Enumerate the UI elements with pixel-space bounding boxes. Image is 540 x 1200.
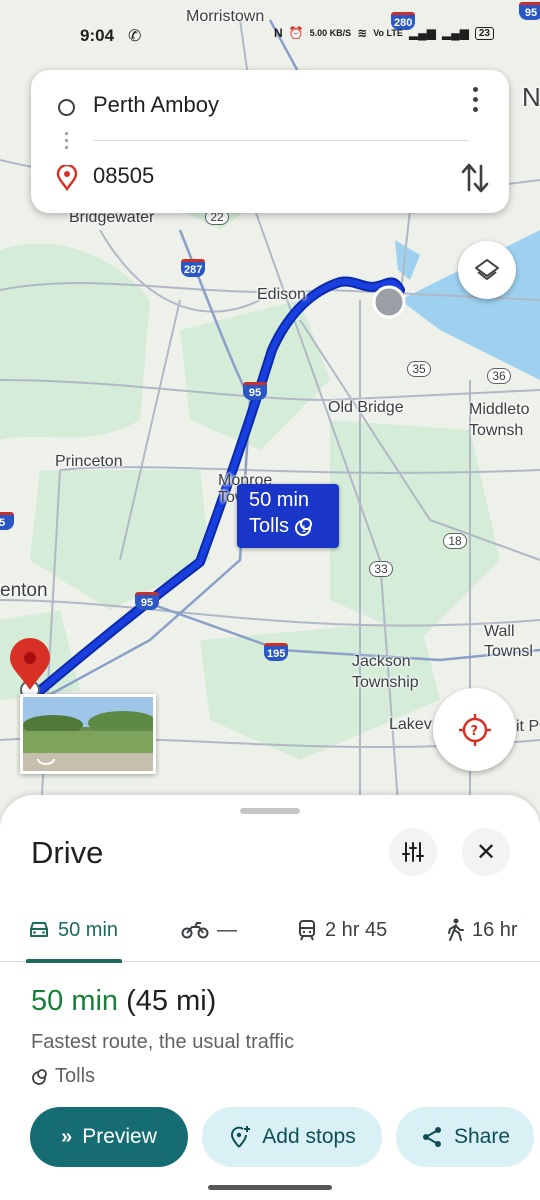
toll-icon: 1 [295,517,313,536]
tab-transit-label: 2 hr 45 [325,918,388,941]
place-label: Lakev [389,716,432,733]
net-speed: 5.00 KB/S [309,27,352,38]
tab-drive[interactable]: 50 min [26,898,122,963]
route-duration: 50 min [31,985,119,1017]
status-time: 9:04 [80,26,115,45]
share-button[interactable]: Share [396,1107,534,1167]
origin-circle-icon [58,99,75,116]
share-label: Share [453,1125,511,1148]
toll-icon [32,1068,47,1085]
active-tab-indicator [26,959,122,963]
travel-mode-tabs: 50 min — 2 hr 45 16 hr [0,898,540,963]
interstate-shield: 95 [135,592,159,610]
add-stops-label: Add stops [262,1125,356,1148]
divider [93,140,469,141]
interstate-shield: 287 [181,259,206,277]
route-tolls-label: Tolls [55,1065,96,1087]
directions-search-card: Perth Amboy 08505 [31,70,509,213]
place-label: N [522,82,540,112]
nfc-icon: N [274,26,283,40]
gesture-nav-bar[interactable] [208,1185,332,1190]
close-icon: ✕ [475,838,497,866]
place-label: Jackson Township [352,653,419,691]
signal-icon-2: ▂▄▆ [441,26,469,40]
alarm-icon: ⏰ [288,26,304,40]
tab-walk-label: 16 hr [472,918,518,941]
origin-text: Perth Amboy [93,92,219,117]
svg-text:1: 1 [301,525,307,535]
route-distance: (45 mi) [126,985,217,1017]
street-view-image [23,697,153,771]
battery-level: 23 [474,26,494,40]
sheet-title: Drive [31,835,104,870]
tab-motorcycle[interactable]: — [181,898,237,962]
route-summary[interactable]: 50 min (45 mi) [31,985,216,1018]
volte-label: Vo LTE [373,28,403,38]
destination-pin-icon [56,165,78,191]
place-label: Princeton [55,453,123,470]
whatsapp-icon: ✆ [128,28,142,45]
origin-field[interactable]: Perth Amboy [31,82,509,132]
add-location-icon [231,1126,251,1148]
tab-walk[interactable]: 16 hr [446,898,518,962]
route-description: Fastest route, the usual traffic [31,1031,295,1053]
tab-motorcycle-label: — [217,918,237,941]
street-view-thumbnail[interactable] [20,694,156,774]
eta-callout-duration: 50 min [249,489,310,511]
preview-label: Preview [82,1125,157,1148]
destination-field[interactable]: 08505 [31,153,509,203]
destination-text: 08505 [93,163,155,188]
route-options-button[interactable] [389,828,437,876]
sliders-icon [402,842,424,862]
eta-callout-tolls: Tolls [249,515,290,537]
place-label: Edison [257,286,306,303]
place-label: enton [0,580,48,601]
place-label: Middleto Townsh [469,401,530,439]
destination-marker[interactable] [372,285,406,319]
swap-directions-icon[interactable] [459,160,491,196]
preview-button[interactable]: » Preview [30,1107,188,1167]
tab-drive-label: 50 min [58,918,119,941]
interstate-shield: 5 [0,512,14,530]
add-stops-button[interactable]: Add stops [202,1107,382,1167]
place-label: it P [516,718,540,735]
place-label: Old Bridge [328,399,404,416]
wifi-icon: ≋ [357,26,368,40]
sheet-drag-handle[interactable] [240,808,300,814]
route-shield: 35 [407,361,431,377]
motorcycle-icon [181,922,209,939]
place-label: Wall Townsl [484,623,533,660]
route-shield: 36 [487,368,511,384]
status-bar: 9:04 ✆ N ⏰ 5.00 KB/S ≋ Vo LTE ▂▄▆ ▂▄▆ 23 [0,18,540,54]
transit-icon [299,920,315,941]
more-options-icon[interactable] [465,84,485,114]
interstate-shield: 95 [243,382,267,400]
route-shield: 18 [443,533,467,549]
interstate-shield: 195 [264,643,289,661]
route-dots-icon [65,130,68,152]
close-button[interactable]: ✕ [462,828,510,876]
directions-bottom-sheet: Drive ✕ 50 min — 2 hr 45 16 hr 50 min (4… [0,795,540,1200]
walk-icon [448,918,464,941]
recenter-button[interactable]: ? [433,688,516,771]
svg-text:?: ? [470,724,478,739]
tab-transit[interactable]: 2 hr 45 [297,898,387,962]
route-shield: 33 [369,561,393,577]
car-icon [30,922,48,937]
share-icon [422,1127,441,1147]
location-unknown-icon: ? [458,713,491,746]
route-eta-callout[interactable]: 50 min Tolls 1 [237,484,339,548]
layers-button[interactable] [458,241,516,299]
route-tolls: Tolls [31,1065,95,1088]
layers-icon [475,259,499,280]
double-chevron-icon: » [61,1125,73,1148]
signal-icon: ▂▄▆ [408,26,436,40]
